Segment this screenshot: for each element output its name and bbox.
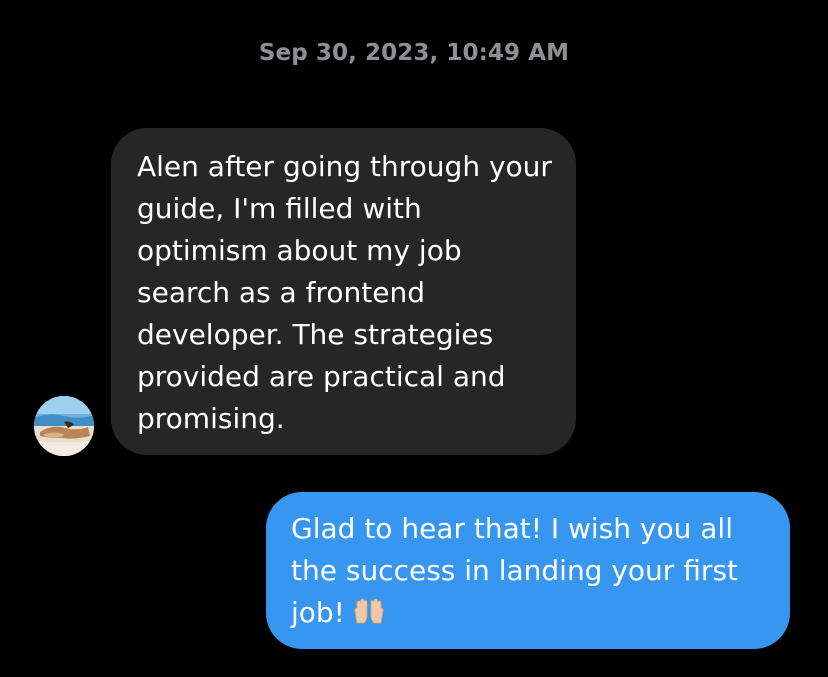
incoming-message-text: Alen after going through your guide, I'm…	[137, 150, 552, 435]
outgoing-message-bubble[interactable]: Glad to hear that! I wish you all the su…	[266, 492, 790, 649]
raising-hands-icon	[351, 595, 387, 637]
incoming-message-bubble[interactable]: Alen after going through your guide, I'm…	[111, 128, 576, 455]
sender-avatar[interactable]	[34, 396, 94, 456]
message-timestamp: Sep 30, 2023, 10:49 AM	[258, 40, 570, 66]
avatar-photo-icon	[34, 396, 94, 456]
